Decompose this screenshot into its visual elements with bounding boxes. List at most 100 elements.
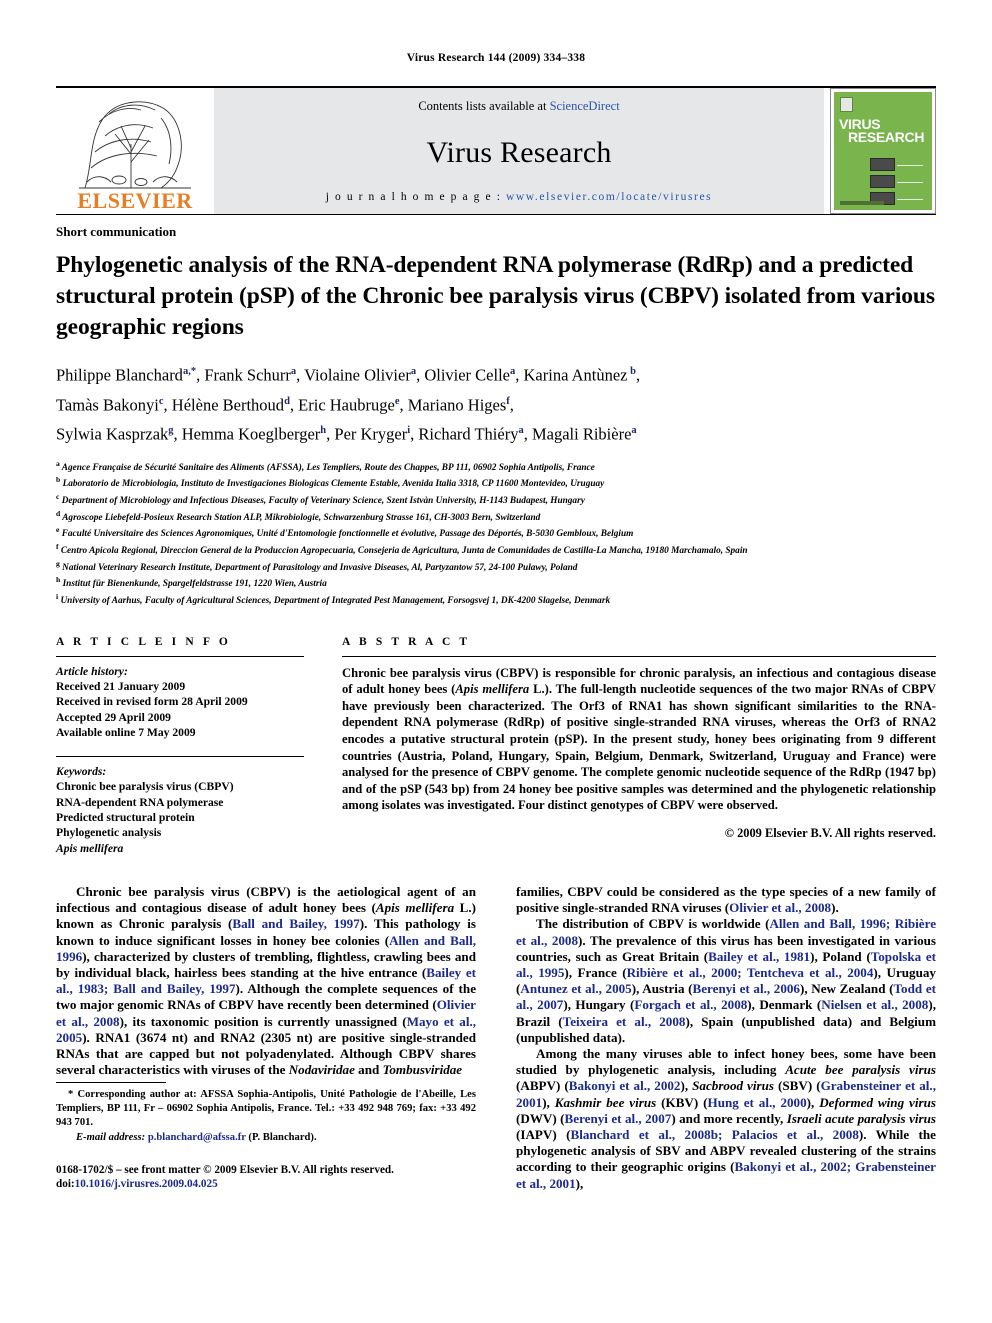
page-title: Phylogenetic analysis of the RNA-depende…	[56, 252, 935, 340]
corresponding-author-note: * Corresponding author at: AFSSA Sophia-…	[56, 1089, 476, 1128]
doi-line: doi:10.1016/j.virusres.2009.04.025	[56, 1177, 476, 1192]
article-info-heading: A R T I C L E I N F O	[56, 635, 231, 648]
body-columns: Chronic bee paralysis virus (CBPV) is th…	[56, 884, 936, 1192]
footnote-block: * Corresponding author at: AFSSA Sophia-…	[56, 1082, 476, 1191]
family-name: Tombusviridae	[382, 1062, 463, 1078]
email-note: E-mail address: p.blanchard@afssa.fr (P.…	[56, 1131, 476, 1145]
abstract-species-name: Apis mellifera	[455, 682, 530, 697]
abstract-heading: A B S T R A C T	[342, 635, 471, 648]
doi-label: doi:	[56, 1178, 75, 1191]
affiliation-text: Department of Microbiology and Infectiou…	[61, 495, 585, 506]
contents-available-line: Contents lists available at ScienceDirec…	[418, 99, 619, 114]
virus-name: Sacbrood virus	[692, 1078, 774, 1094]
text-run: ) and more recently,	[671, 1110, 787, 1126]
affiliation-text: Faculté Universitaire des Sciences Agron…	[61, 529, 634, 540]
text-run: (ABPV) (	[516, 1078, 569, 1094]
text-run: ), New Zealand (	[799, 981, 894, 997]
journal-band: Contents lists available at ScienceDirec…	[214, 88, 824, 214]
affiliation-text: Agroscope Liebefeld-Posieux Research Sta…	[62, 512, 541, 523]
email-suffix: (P. Blanchard).	[245, 1132, 317, 1144]
body-paragraph: Chronic bee paralysis virus (CBPV) is th…	[56, 884, 476, 1078]
citation-link[interactable]: Olivier et al., 2008	[729, 900, 831, 915]
keyword-item: RNA-dependent RNA polymerase	[56, 795, 224, 809]
text-run: The distribution of CBPV is worldwide (	[536, 916, 770, 932]
abstract-column: A B S T R A C T Chronic bee paralysis vi…	[342, 636, 936, 856]
article-first-page: Virus Research 144 (2009) 334–338 ELSEVI…	[0, 0, 992, 1323]
journal-title: Virus Research	[426, 135, 612, 169]
text-run: ),	[680, 1078, 693, 1094]
text-run: ), characterized by clusters of tremblin…	[56, 948, 476, 980]
text-run: ), Poland (	[810, 948, 871, 964]
citation-link[interactable]: Berenyi et al., 2007	[565, 1111, 672, 1126]
abstract-copyright: © 2009 Elsevier B.V. All rights reserved…	[724, 826, 936, 841]
text-run: ),	[806, 1094, 820, 1110]
cover-elsevier-mark-icon	[840, 97, 853, 112]
author-line-2: Tamàs Bakonyic, Hélène Berthoudd, Eric H…	[56, 395, 514, 414]
affiliation-text: Institut für Bienenkunde, Spargelfeldstr…	[62, 579, 327, 590]
text-run: ).	[831, 900, 839, 916]
cover-micrograph-1-icon	[870, 158, 923, 171]
text-run: ),	[542, 1094, 555, 1110]
text-run: and	[354, 1062, 383, 1078]
journal-homepage-line: j o u r n a l h o m e p a g e : www.else…	[326, 191, 713, 203]
abstract-text: Chronic bee paralysis virus (CBPV) is re…	[342, 657, 936, 814]
affiliation-item: d Agroscope Liebefeld-Posieux Research S…	[56, 508, 541, 523]
virus-name: Israeli acute paralysis virus	[786, 1110, 937, 1126]
text-run: ), Austria (	[631, 981, 693, 997]
affiliation-text: National Veterinary Research Institute, …	[62, 562, 578, 573]
history-item: Received in revised form 28 April 2009	[56, 695, 248, 709]
citation-link[interactable]: Antunez et al., 2005	[520, 981, 631, 996]
history-item: Available online 7 May 2009	[56, 725, 196, 739]
author-line-3: Sylwia Kasprzakg, Hemma Koeglbergerh, Pe…	[56, 424, 637, 444]
journal-cover-thumbnail[interactable]: VIRUS RESEARCH	[830, 88, 936, 214]
text-run: (DWV) (	[516, 1110, 565, 1126]
issn-block: 0168-1702/$ – see front matter © 2009 El…	[56, 1163, 476, 1192]
author-list: Philippe Blancharda,*, Frank Schurra, Vi…	[56, 359, 936, 448]
text-run: ), Hungary (	[563, 997, 635, 1013]
article-history-block: Article history: Received 21 January 200…	[56, 657, 304, 740]
affiliation-item: e Faculté Universitaire des Sciences Agr…	[56, 525, 634, 540]
keywords-label: Keywords:	[56, 765, 107, 779]
cover-footer-bar	[840, 201, 884, 205]
body-paragraph: families, CBPV could be considered as th…	[516, 884, 936, 916]
citation-link[interactable]: Bailey et al., 1981	[708, 949, 810, 964]
cover-title: VIRUS RESEARCH	[839, 117, 929, 145]
body-paragraph: The distribution of CBPV is worldwide ( A…	[516, 916, 936, 1046]
citation-link[interactable]: Hung et al., 2000	[708, 1095, 807, 1110]
virus-name: Acute bee paralysis virus	[785, 1062, 936, 1078]
citation-link[interactable]: Forgach et al., 2008	[634, 997, 747, 1012]
text-run: (IAPV) (	[516, 1127, 571, 1142]
issn-line: 0168-1702/$ – see front matter © 2009 El…	[56, 1163, 394, 1176]
affiliation-item: b Laboratorio de Microbiologia, Institut…	[56, 475, 605, 490]
homepage-label: j o u r n a l h o m e p a g e :	[325, 191, 506, 203]
text-run: ),	[575, 1175, 584, 1191]
email-label: E-mail address:	[76, 1132, 146, 1144]
affiliation-item: g National Veterinary Research Institute…	[56, 558, 578, 573]
family-name: Nodaviridae	[288, 1062, 355, 1078]
text-run: ), Denmark (	[747, 997, 822, 1013]
homepage-url-link[interactable]: www.elsevier.com/locate/virusres	[506, 191, 712, 203]
keyword-item: Chronic bee paralysis virus (CBPV)	[56, 780, 234, 794]
affiliation-item: i University of Aarhus, Faculty of Agric…	[56, 592, 611, 607]
affiliation-list: a Agence Française de Sécurité Sanitaire…	[56, 458, 936, 608]
body-column-right: families, CBPV could be considered as th…	[516, 884, 936, 1192]
history-item: Received 21 January 2009	[56, 679, 186, 693]
sciencedirect-link[interactable]: ScienceDirect	[550, 99, 620, 113]
citation-link[interactable]: Nielsen et al., 2008	[821, 997, 928, 1012]
body-paragraph: Among the many viruses able to infect ho…	[516, 1046, 936, 1192]
email-link[interactable]: p.blanchard@afssa.fr	[148, 1132, 246, 1143]
citation-link[interactable]: Ball and Bailey, 1997	[232, 916, 359, 931]
elsevier-logo: ELSEVIER	[56, 88, 214, 214]
citation-link[interactable]: Bakonyi et al., 2002	[569, 1078, 681, 1093]
affiliation-text: Laboratorio de Microbiologia, Instituto …	[62, 479, 605, 490]
citation-link[interactable]: Blanchard et al., 2008b; Palacios et al.…	[571, 1127, 859, 1142]
keyword-item: Phylogenetic analysis	[56, 826, 162, 840]
citation-link[interactable]: Berenyi et al., 2006	[693, 981, 800, 996]
citation-link[interactable]: Ribière et al., 2000; Tentcheva et al., …	[627, 965, 874, 980]
virus-name: Kashmir bee virus	[554, 1094, 657, 1110]
text-run: families, CBPV could be considered as th…	[516, 883, 936, 916]
footnote-rule	[56, 1082, 166, 1084]
cover-title-line2: RESEARCH	[848, 129, 925, 145]
doi-link[interactable]: 10.1016/j.virusres.2009.04.025	[75, 1178, 218, 1190]
citation-link[interactable]: Teixeira et al., 2008	[563, 1014, 686, 1029]
